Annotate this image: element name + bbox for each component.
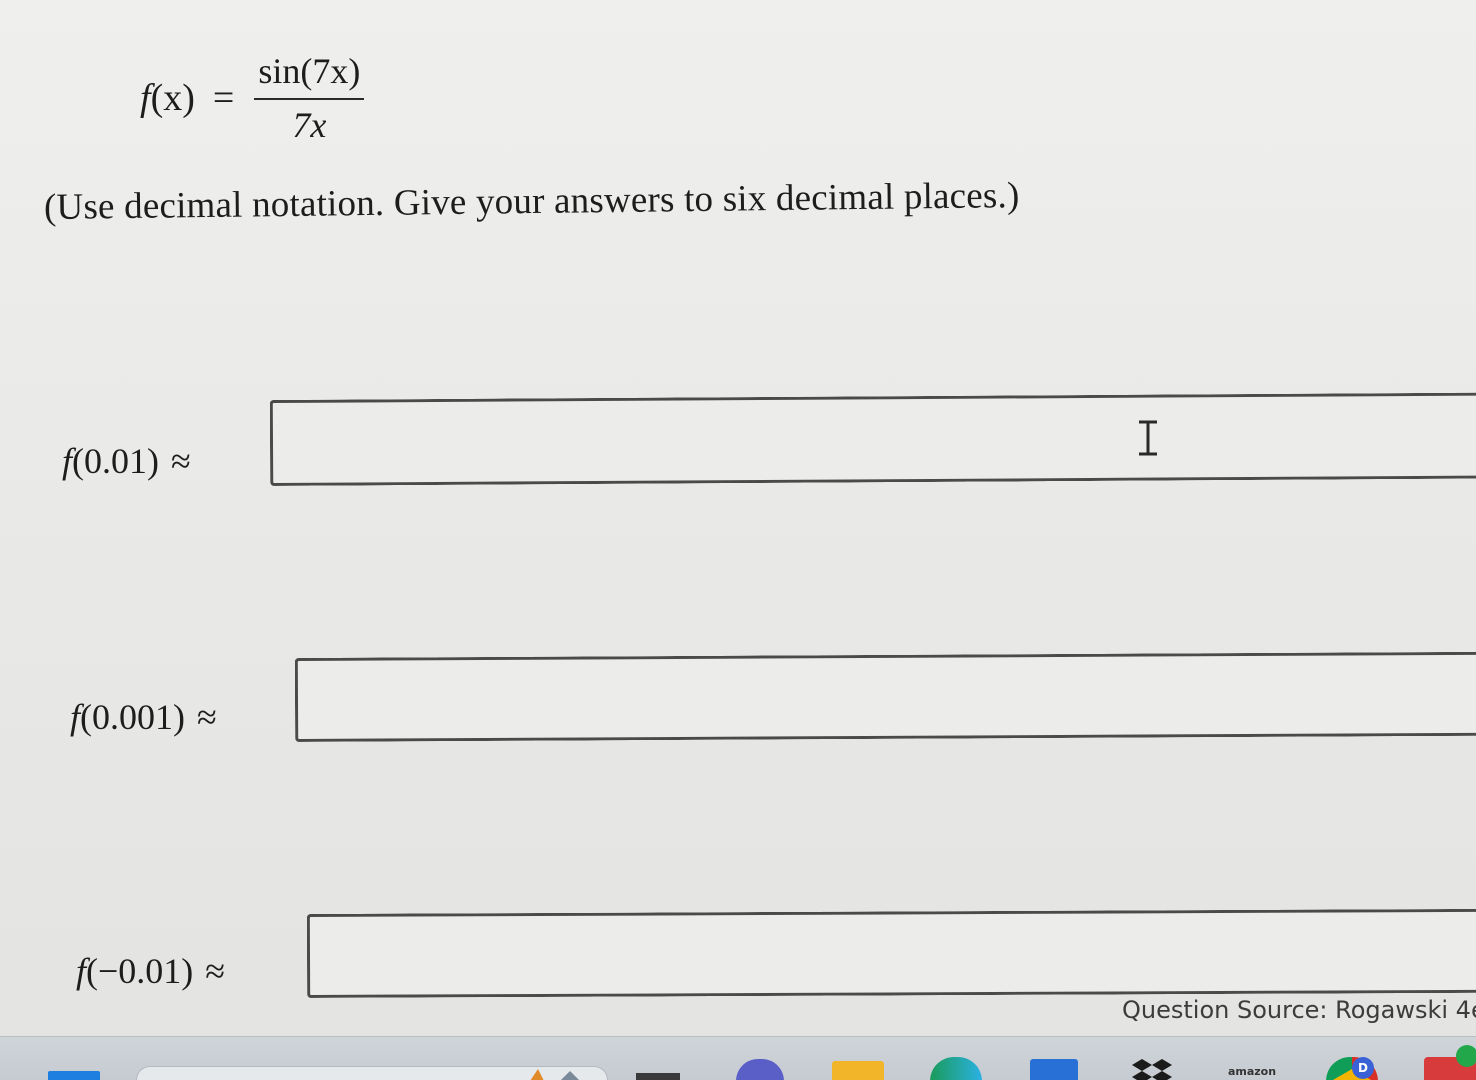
widgets-icon[interactable] <box>520 1063 590 1080</box>
answer-label-2: f(0.001) ≈ <box>70 696 217 738</box>
equals-sign: = <box>212 77 235 119</box>
amazon-icon[interactable]: amazon <box>1224 1065 1280 1080</box>
question-source: Question Source: Rogawski 4e C <box>1122 996 1476 1024</box>
answer-label-fn: f <box>62 441 73 481</box>
store-icon[interactable] <box>1030 1059 1078 1080</box>
answer-input-1[interactable] <box>269 392 1476 486</box>
function-variable: (x) <box>150 77 195 119</box>
edge-icon[interactable] <box>930 1057 982 1080</box>
answer-label-1: f(0.01) ≈ <box>62 440 191 482</box>
function-definition: f(x) = sin(7x) 7x <box>140 50 365 146</box>
answer-label-arg: (−0.01) <box>86 951 194 991</box>
approx-sign: ≈ <box>205 951 226 991</box>
dropbox-icon[interactable] <box>1126 1057 1178 1080</box>
function-lhs: f(x) <box>140 76 195 120</box>
fraction-numerator: sin(7x) <box>254 50 365 100</box>
answer-row-1: f(0.01) ≈ <box>0 384 1476 494</box>
profile-badge: D <box>1352 1057 1374 1079</box>
taskbar: amazon D <box>0 1036 1476 1080</box>
approx-sign: ≈ <box>197 697 217 737</box>
answer-label-3: f(−0.01) ≈ <box>76 950 225 992</box>
check-badge-icon <box>1456 1045 1476 1067</box>
fraction-denominator: 7x <box>292 105 327 145</box>
answer-row-2: f(0.001) ≈ <box>0 648 1476 758</box>
instructions-text: (Use decimal notation. Give your answers… <box>43 175 1020 228</box>
page: f(x) = sin(7x) 7x (Use decimal notation.… <box>0 0 1476 1080</box>
answer-input-2[interactable] <box>294 651 1476 742</box>
text-cursor-icon <box>1139 420 1157 456</box>
windows-start-icon[interactable] <box>48 1071 100 1080</box>
task-view-icon[interactable] <box>636 1073 680 1080</box>
answer-label-fn: f <box>76 951 87 991</box>
answer-label-fn: f <box>70 697 81 737</box>
function-name: f <box>140 77 151 119</box>
teams-icon[interactable] <box>736 1059 784 1080</box>
answer-label-arg: (0.01) <box>72 441 159 481</box>
file-explorer-icon[interactable] <box>832 1061 884 1080</box>
answer-input-3[interactable] <box>306 908 1476 998</box>
answer-label-arg: (0.001) <box>80 697 185 737</box>
fraction: sin(7x) 7x <box>254 50 365 146</box>
approx-sign: ≈ <box>171 441 191 481</box>
